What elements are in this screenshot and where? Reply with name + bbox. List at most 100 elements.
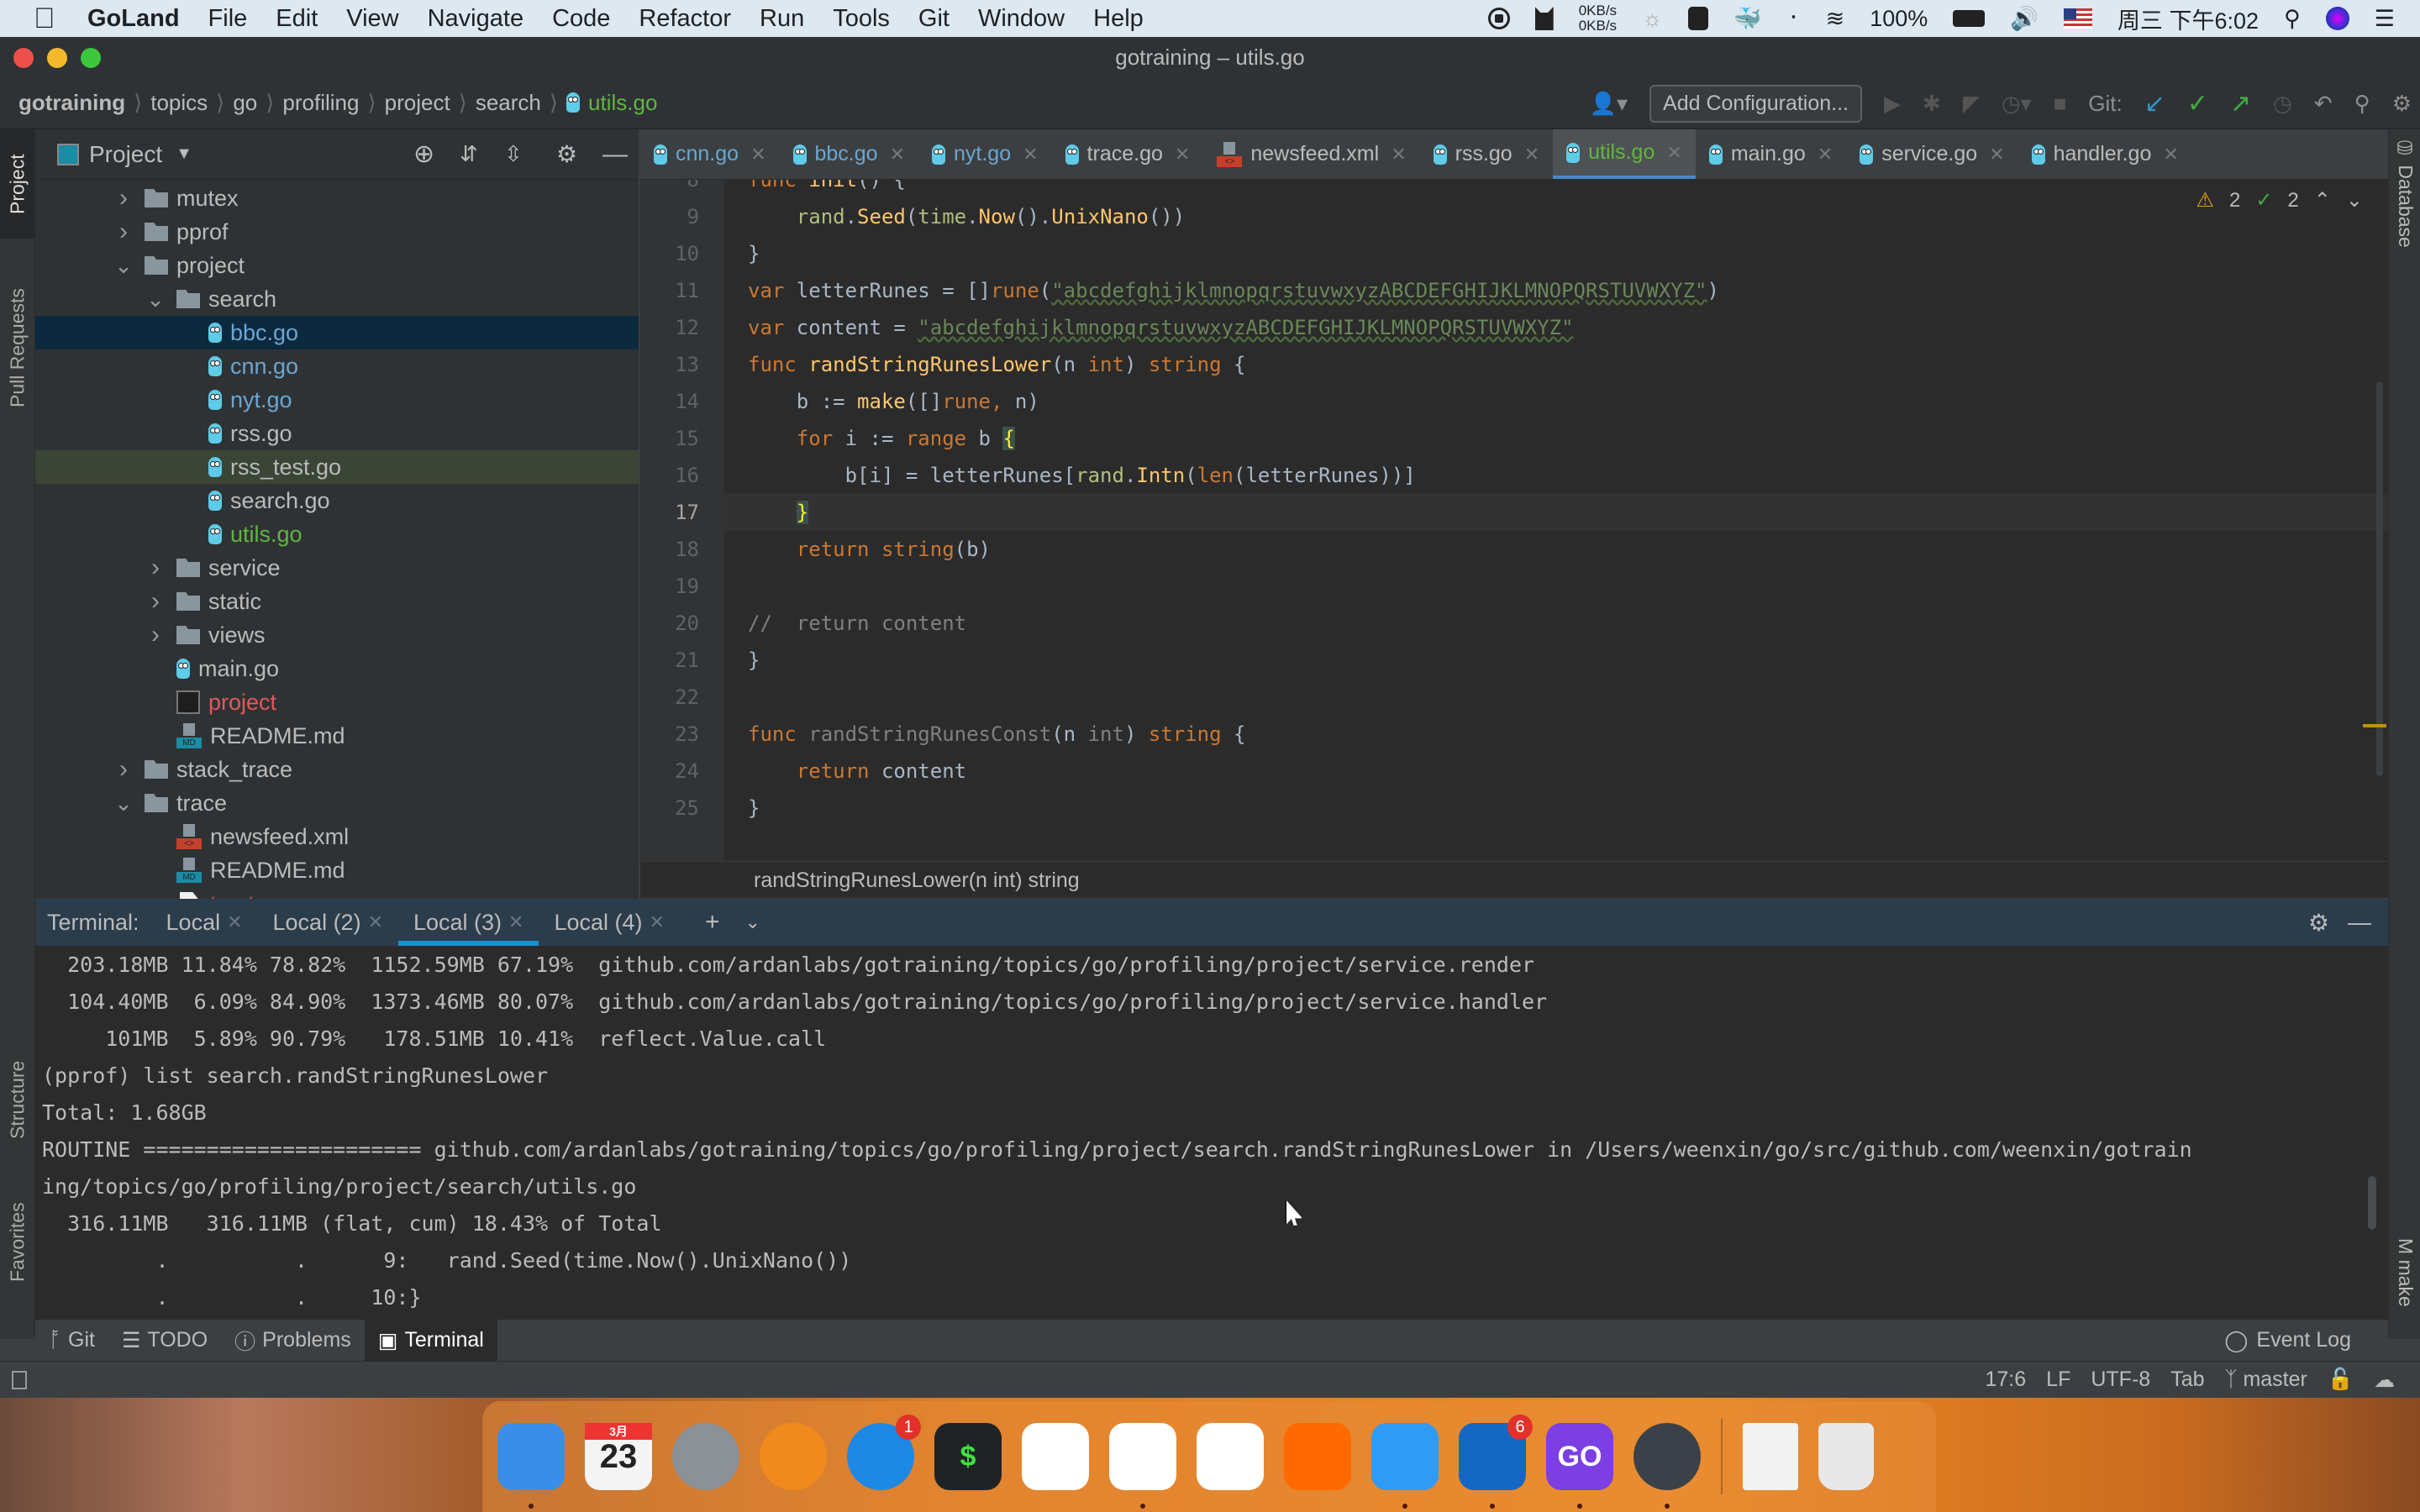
maximize-window-button[interactable] xyxy=(81,48,101,68)
editor-tab[interactable]: handler.go ✕ xyxy=(2018,129,2192,179)
record-icon[interactable] xyxy=(1487,8,1510,29)
menu-run[interactable]: Run xyxy=(760,5,804,33)
breadcrumb-root[interactable]: gotraining xyxy=(18,90,125,116)
menu-navigate[interactable]: Navigate xyxy=(428,5,523,33)
indent-style[interactable]: Tab xyxy=(2170,1368,2204,1392)
collapse-all-icon[interactable]: ⇳ xyxy=(504,141,523,167)
close-tab-icon[interactable]: ✕ xyxy=(890,144,905,165)
dock-terminal[interactable]: $ xyxy=(934,1423,1002,1490)
input-source-flag-icon[interactable] xyxy=(2063,8,2092,29)
close-terminal-tab-icon[interactable]: ✕ xyxy=(508,911,523,933)
dock-finder[interactable] xyxy=(497,1423,565,1509)
close-tab-icon[interactable]: ✕ xyxy=(1818,144,1833,165)
tree-item[interactable]: rss_test.go xyxy=(35,450,639,484)
help-cloud-icon[interactable]: ☁ xyxy=(2374,1368,2395,1393)
chevron-right-icon[interactable]: › xyxy=(111,755,136,784)
editor-scrollbar[interactable] xyxy=(2376,381,2383,776)
project-view-selector[interactable]: Project xyxy=(89,141,162,168)
tree-item[interactable]: › pprof xyxy=(35,215,639,249)
terminal-tab[interactable]: Local (4) ✕ xyxy=(539,899,679,946)
chevron-down-icon[interactable]: ▼ xyxy=(176,144,192,164)
menu-refactor[interactable]: Refactor xyxy=(639,5,731,33)
wifi-icon[interactable]: ≋ xyxy=(1826,6,1845,32)
editor-tab[interactable]: service.go ✕ xyxy=(1846,129,2018,179)
tree-item[interactable]: bbc.go xyxy=(35,316,639,349)
terminal-tab[interactable]: Local (2) ✕ xyxy=(258,899,398,946)
breadcrumb-item[interactable]: profiling xyxy=(282,90,359,116)
hide-terminal-icon[interactable]: — xyxy=(2348,909,2371,936)
breadcrumb-item[interactable]: go xyxy=(233,90,257,116)
dock-chrome[interactable] xyxy=(1109,1423,1176,1509)
spotlight-search-icon[interactable]: ⚲ xyxy=(2284,6,2301,32)
tree-item[interactable]: ⌄ search xyxy=(35,282,639,316)
breadcrumb-current-file[interactable]: utils.go xyxy=(588,90,657,116)
close-tab-icon[interactable]: ✕ xyxy=(1989,144,2004,165)
dock-feishu[interactable] xyxy=(1022,1423,1089,1490)
dock-dingtalk[interactable] xyxy=(1371,1423,1439,1509)
file-encoding[interactable]: UTF-8 xyxy=(2091,1368,2150,1392)
menu-edit[interactable]: Edit xyxy=(276,5,318,33)
close-tab-icon[interactable]: ✕ xyxy=(1175,144,1190,165)
terminal-tab[interactable]: Local (3) ✕ xyxy=(398,899,539,946)
close-tab-icon[interactable]: ✕ xyxy=(2163,144,2178,165)
code-structure-breadcrumb[interactable]: randStringRunesLower(n int) string xyxy=(640,861,2388,898)
hide-pane-icon[interactable]: — xyxy=(602,140,628,169)
caret-position[interactable]: 17:6 xyxy=(1986,1368,2027,1392)
siri-icon[interactable] xyxy=(2325,7,2349,30)
tree-item[interactable]: › mutex xyxy=(35,181,639,215)
menu-tools[interactable]: Tools xyxy=(833,5,890,33)
profile-icon[interactable]: ◷▾ xyxy=(2002,91,2032,117)
breadcrumb-item[interactable]: project xyxy=(385,90,450,116)
tool-tab-todo[interactable]: ☰ TODO xyxy=(108,1320,221,1362)
close-tab-icon[interactable]: ✕ xyxy=(1023,144,1038,165)
feishu-tray-icon[interactable] xyxy=(1687,7,1708,30)
menu-code[interactable]: Code xyxy=(552,5,610,33)
spiral-icon[interactable]: ☼ xyxy=(1642,6,1663,32)
terminal-tab[interactable]: Local ✕ xyxy=(151,899,258,946)
close-tab-icon[interactable]: ✕ xyxy=(750,144,765,165)
pull-requests-tool-tab[interactable]: Pull Requests xyxy=(0,264,35,432)
dock-launchpad[interactable] xyxy=(672,1423,739,1490)
control-center-icon[interactable]: ☰ xyxy=(2375,6,2395,32)
add-configuration-button[interactable]: Add Configuration... xyxy=(1649,84,1863,123)
user-icon[interactable]: 👤▾ xyxy=(1590,91,1628,117)
git-rollback-icon[interactable]: ↶ xyxy=(2314,91,2333,117)
new-terminal-tab-icon[interactable]: + xyxy=(705,908,720,937)
tree-item[interactable]: utils.go xyxy=(35,517,639,551)
tree-item[interactable]: newsfeed.xml xyxy=(35,820,639,853)
terminal-tab-list-icon[interactable]: ⌄ xyxy=(745,911,760,933)
code-editor[interactable]: 8 9 10 11 12 13 14 15 16 17 18 19 20 21 22 23 24 25 func … xyxy=(640,180,2388,898)
chevron-right-icon[interactable]: › xyxy=(143,621,168,649)
chevron-right-icon[interactable]: › xyxy=(143,554,168,582)
chevron-right-icon[interactable]: › xyxy=(111,184,136,213)
menu-file[interactable]: File xyxy=(208,5,248,33)
tree-item[interactable]: search.go xyxy=(35,484,639,517)
tool-tab-terminal[interactable]: ▣ Terminal xyxy=(364,1319,497,1362)
volume-icon[interactable]: 🔊 xyxy=(2010,5,2039,32)
terminal-settings-gear-icon[interactable]: ⚙ xyxy=(2308,909,2329,937)
terminal-output[interactable]: 203.18MB 11.84% 78.82% 1152.59MB 67.19% … xyxy=(35,946,2388,1319)
chevron-down-icon[interactable]: ⌄ xyxy=(111,790,136,816)
chevron-right-icon[interactable]: › xyxy=(111,218,136,246)
editor-tab[interactable]: main.go ✕ xyxy=(1696,129,1846,179)
chevron-down-icon[interactable]: ⌄ xyxy=(143,286,168,312)
chevron-right-icon[interactable]: › xyxy=(143,587,168,616)
editor-tab[interactable]: cnn.go ✕ xyxy=(640,129,780,179)
database-tool-tab[interactable]: ⛁ Database xyxy=(2394,138,2417,248)
editor-tab[interactable]: rss.go ✕ xyxy=(1420,129,1554,179)
make-tool-tab[interactable]: M make xyxy=(2394,1238,2417,1307)
menu-view[interactable]: View xyxy=(346,5,398,33)
editor-tab[interactable]: bbc.go ✕ xyxy=(780,129,919,179)
dock-outlook[interactable]: 6 xyxy=(1459,1415,1533,1509)
dock-books[interactable] xyxy=(760,1423,827,1490)
previous-highlight-icon[interactable]: ⌃ xyxy=(2314,188,2331,213)
project-tool-tab[interactable]: Project xyxy=(0,129,35,239)
event-log-button[interactable]: ◯ Event Log xyxy=(2224,1328,2351,1353)
tree-item[interactable]: main.go xyxy=(35,652,639,685)
tree-item[interactable]: › stack_trace xyxy=(35,753,639,786)
menu-help[interactable]: Help xyxy=(1093,5,1144,33)
close-terminal-tab-icon[interactable]: ✕ xyxy=(650,911,665,933)
close-tab-icon[interactable]: ✕ xyxy=(1524,144,1539,165)
terminal-scrollbar[interactable] xyxy=(2368,1176,2376,1230)
minimize-window-button[interactable] xyxy=(47,48,67,68)
